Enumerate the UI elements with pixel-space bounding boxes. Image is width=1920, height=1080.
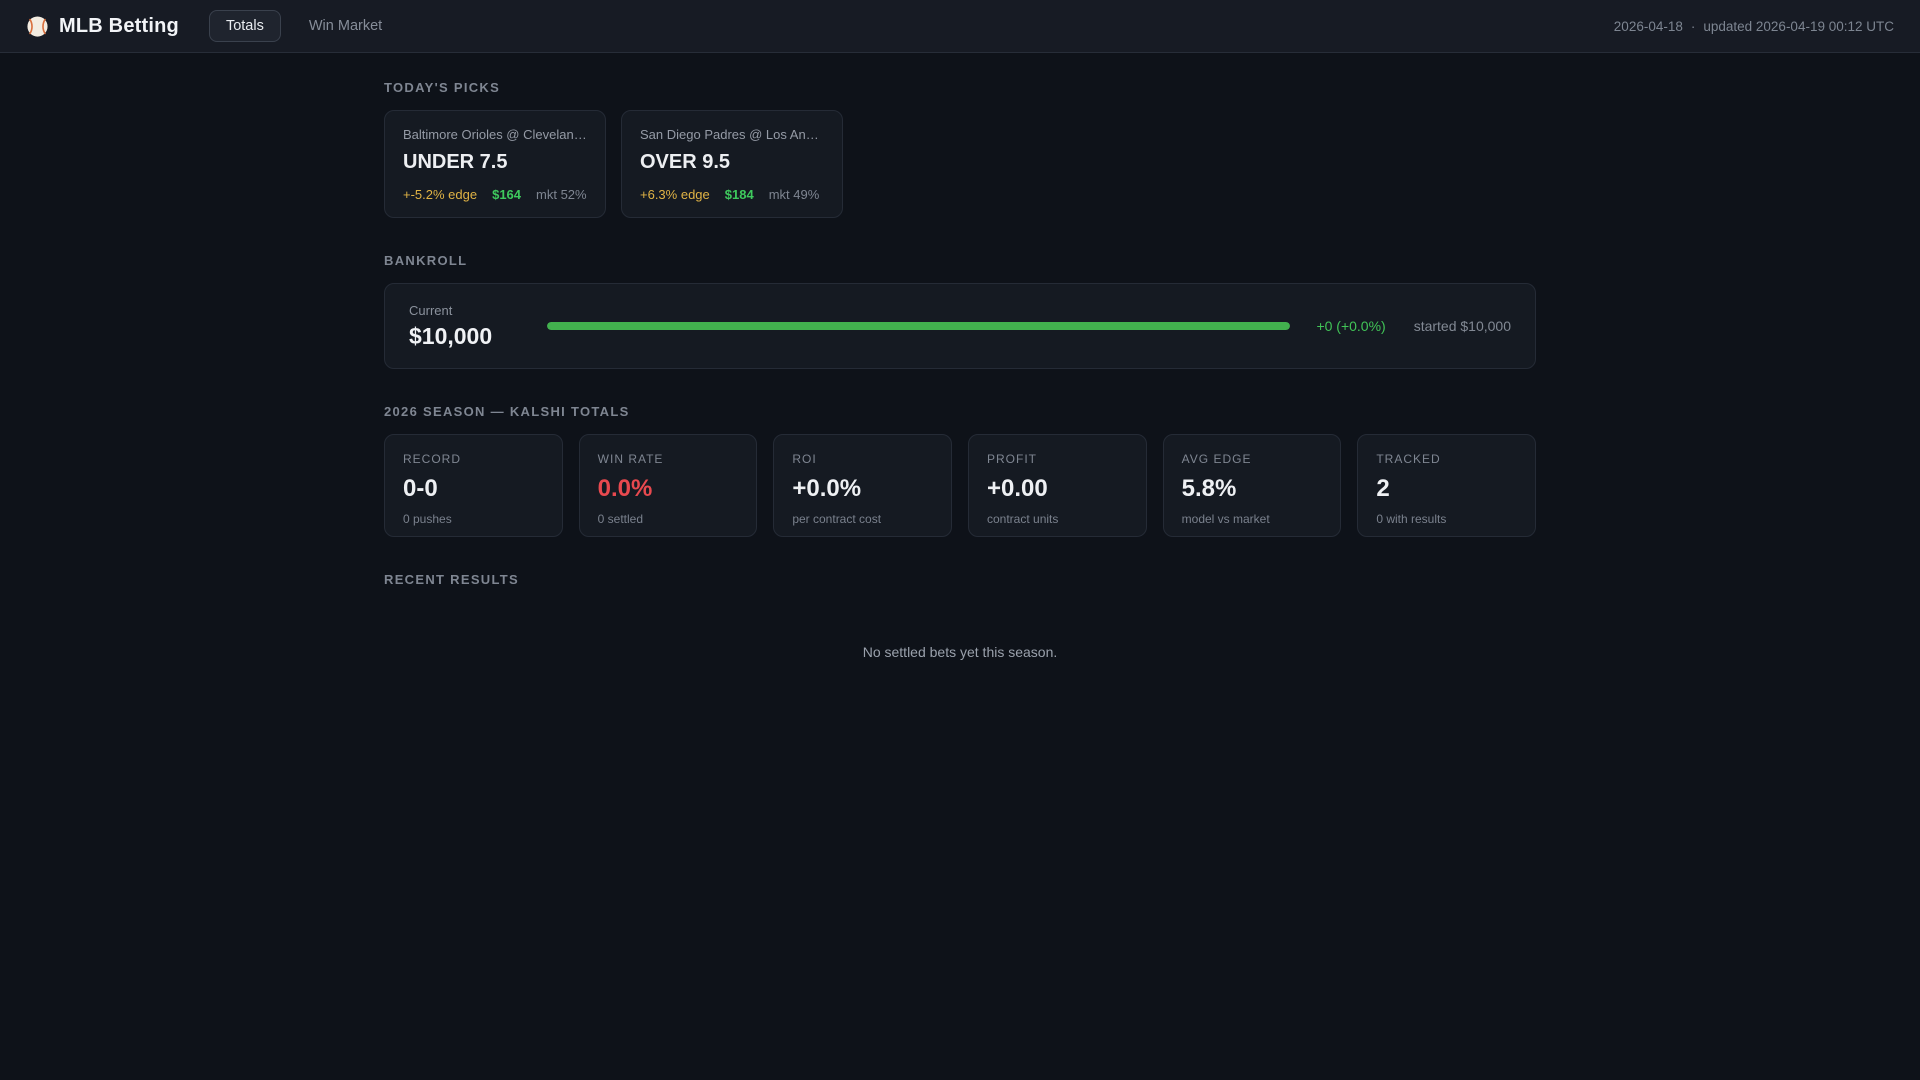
bankroll-card: Current $10,000 +0 (+0.0%) started $10,0… xyxy=(384,283,1536,369)
stat-label: RECORD xyxy=(403,452,462,466)
section-recent-results: RECENT RESULTS No settled bets yet this … xyxy=(384,572,1536,660)
topbar: MLB Betting Totals Win Market 2026-04-18… xyxy=(0,0,1920,53)
section-bankroll: BANKROLL Current $10,000 +0 (+0.0%) star… xyxy=(384,253,1536,369)
bankroll-progress-fill xyxy=(547,322,1291,330)
bankroll-current-label: Current xyxy=(409,302,453,318)
pick-price: $164 xyxy=(492,187,522,202)
stat-sub: 0 pushes xyxy=(403,512,452,526)
recent-empty-message: No settled bets yet this season. xyxy=(862,644,1058,660)
stat-label: PROFIT xyxy=(987,452,1037,466)
stats-grid: RECORD 0-0 0 pushes WIN RATE 0.0% 0 sett… xyxy=(384,434,1536,537)
stat-sub: per contract cost xyxy=(792,512,882,526)
stat-card-tracked: TRACKED 2 0 with results xyxy=(1357,434,1536,537)
pick-edge: +6.3% edge xyxy=(640,187,710,202)
app-title: MLB Betting xyxy=(59,14,179,37)
bankroll-current-value: $10,000 xyxy=(409,322,493,349)
section-title-season: 2026 SEASON — KALSHI TOTALS xyxy=(384,404,630,419)
tab-totals[interactable]: Totals xyxy=(208,10,281,42)
section-title-picks: TODAY'S PICKS xyxy=(384,80,501,95)
pick-market: mkt 52% xyxy=(536,187,587,202)
stat-card-avg-edge: AVG EDGE 5.8% model vs market xyxy=(1162,434,1342,537)
stat-value: +0.0% xyxy=(792,475,862,502)
stat-label: AVG EDGE xyxy=(1181,452,1252,466)
stat-value: 2 xyxy=(1376,475,1390,502)
game-date: 2026-04-18 xyxy=(1613,18,1683,34)
updated-timestamp: updated 2026-04-19 00:12 UTC xyxy=(1703,18,1894,34)
section-season-stats: 2026 SEASON — KALSHI TOTALS RECORD 0-0 0… xyxy=(384,404,1536,537)
stat-value: 0-0 xyxy=(403,475,438,502)
pick-edge: +-5.2% edge xyxy=(403,187,478,202)
stat-value: 0.0% xyxy=(597,475,653,502)
stat-sub: contract units xyxy=(987,512,1059,526)
pick-market: mkt 49% xyxy=(768,187,820,202)
stat-sub: model vs market xyxy=(1181,512,1270,526)
section-todays-picks: TODAY'S PICKS Baltimore Orioles @ Clevel… xyxy=(384,80,1536,218)
stat-card-roi: ROI +0.0% per contract cost xyxy=(773,434,952,537)
stat-card-win-rate: WIN RATE 0.0% 0 settled xyxy=(578,434,758,537)
baseball-icon xyxy=(27,15,48,37)
stat-label: TRACKED xyxy=(1376,452,1441,466)
bankroll-change: +0 (+0.0%) xyxy=(1316,318,1386,334)
pick-meta: +6.3% edge $184 mkt 49% xyxy=(640,187,824,202)
tab-win-market[interactable]: Win Market xyxy=(309,11,382,41)
bankroll-progress-track xyxy=(547,322,1291,330)
section-title-bankroll: BANKROLL xyxy=(384,253,468,268)
pick-card: Baltimore Orioles @ Cleveland Gu… UNDER … xyxy=(384,110,606,218)
app-logo: MLB Betting xyxy=(26,15,179,38)
pick-card: San Diego Padres @ Los Angeles… OVER 9.5… xyxy=(621,110,843,218)
pick-matchup: San Diego Padres @ Los Angeles… xyxy=(640,127,824,142)
main-content: TODAY'S PICKS Baltimore Orioles @ Clevel… xyxy=(384,53,1536,660)
stat-card-profit: PROFIT +0.00 contract units xyxy=(968,434,1147,537)
main-nav: Totals Win Market xyxy=(208,10,382,42)
stat-label: WIN RATE xyxy=(597,452,664,466)
stat-sub: 0 settled xyxy=(597,512,644,526)
pick-price: $184 xyxy=(724,187,754,202)
picks-row: Baltimore Orioles @ Cleveland Gu… UNDER … xyxy=(384,110,1536,218)
date-status: 2026-04-18 · updated 2026-04-19 00:12 UT… xyxy=(1614,19,1894,34)
pick-matchup: Baltimore Orioles @ Cleveland Gu… xyxy=(403,127,587,142)
stat-sub: 0 with results xyxy=(1376,512,1447,526)
meta-separator: · xyxy=(1690,18,1696,34)
stat-value: +0.00 xyxy=(987,475,1048,502)
pick-meta: +-5.2% edge $164 mkt 52% xyxy=(403,187,587,202)
section-title-recent: RECENT RESULTS xyxy=(384,572,519,587)
bankroll-current: Current $10,000 xyxy=(409,303,521,350)
bankroll-started: started $10,000 xyxy=(1413,318,1511,334)
stat-card-record: RECORD 0-0 0 pushes xyxy=(384,434,563,537)
stat-label: ROI xyxy=(792,452,817,466)
pick-selection: OVER 9.5 xyxy=(640,151,731,173)
pick-selection: UNDER 7.5 xyxy=(403,151,508,173)
stat-value: 5.8% xyxy=(1181,475,1237,502)
